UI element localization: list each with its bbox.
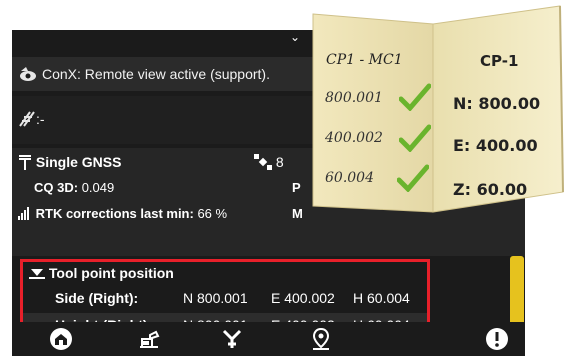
machine-icon [140,330,160,348]
track-icon [19,111,35,127]
check-icon [399,83,431,111]
dig-icon [222,329,242,348]
measured-easting: 400.002 [325,130,383,146]
cq3d-line: CQ 3D: 0.049 [34,180,114,195]
p-label: P [292,180,301,195]
rtk-line: RTK corrections last min: 66 % [18,206,227,221]
conx-status-text: ConX: Remote view active (support). [42,66,270,82]
tool-point-header: Tool point position [29,265,174,281]
northing-value: N 800.001 [183,290,248,306]
machine-status-text: :- [36,111,45,127]
tool-point-title: Tool point position [48,265,174,281]
satellite-readout: 8 [254,154,284,170]
measured-height: 60.004 [325,170,374,186]
gnss-mode-line: Single GNSS [18,154,121,170]
satellite-count: 8 [275,154,284,170]
alert-icon [486,328,508,350]
rtk-label: RTK corrections last min: [35,206,194,221]
antenna-icon [19,155,31,170]
remote-support-icon [20,67,36,81]
rtk-value: 66 % [197,206,228,221]
check-icon [397,164,429,192]
reference-header: CP-1 [480,52,519,70]
home-button[interactable] [48,326,74,352]
measured-northing: 800.001 [325,90,383,106]
tool-point-icon [29,269,45,279]
satellite-icon [254,154,272,170]
checkpoint-notebook: CP1 - MC1 CP-1 800.001 400.002 60.004 N:… [305,0,567,217]
m-label: M [292,206,303,221]
cq3d-label: CQ 3D: [34,180,79,195]
row-label: Side (Right): [55,290,139,306]
easting-value: E 400.002 [271,290,335,306]
bottom-toolbar [12,322,525,356]
check-icon [399,124,431,152]
location-button[interactable] [308,326,334,352]
alert-button[interactable] [484,326,510,352]
reference-height: Z: 60.00 [453,180,528,199]
dig-button[interactable] [219,326,245,352]
reference-northing: N: 800.00 [453,94,541,113]
machine-button[interactable] [136,326,162,352]
reference-easting: E: 400.00 [453,136,538,155]
gnss-mode: Single GNSS [35,154,122,170]
measured-header: CP1 - MC1 [326,52,403,68]
height-value: H 60.004 [353,290,410,306]
location-pin-icon [312,327,330,350]
scrollbar-thumb[interactable] [510,256,524,332]
table-row: Side (Right): N 800.001 E 400.002 H 60.0… [23,286,427,310]
signal-bars-icon [18,207,29,220]
home-icon [50,328,72,350]
cq3d-value: 0.049 [81,180,115,195]
